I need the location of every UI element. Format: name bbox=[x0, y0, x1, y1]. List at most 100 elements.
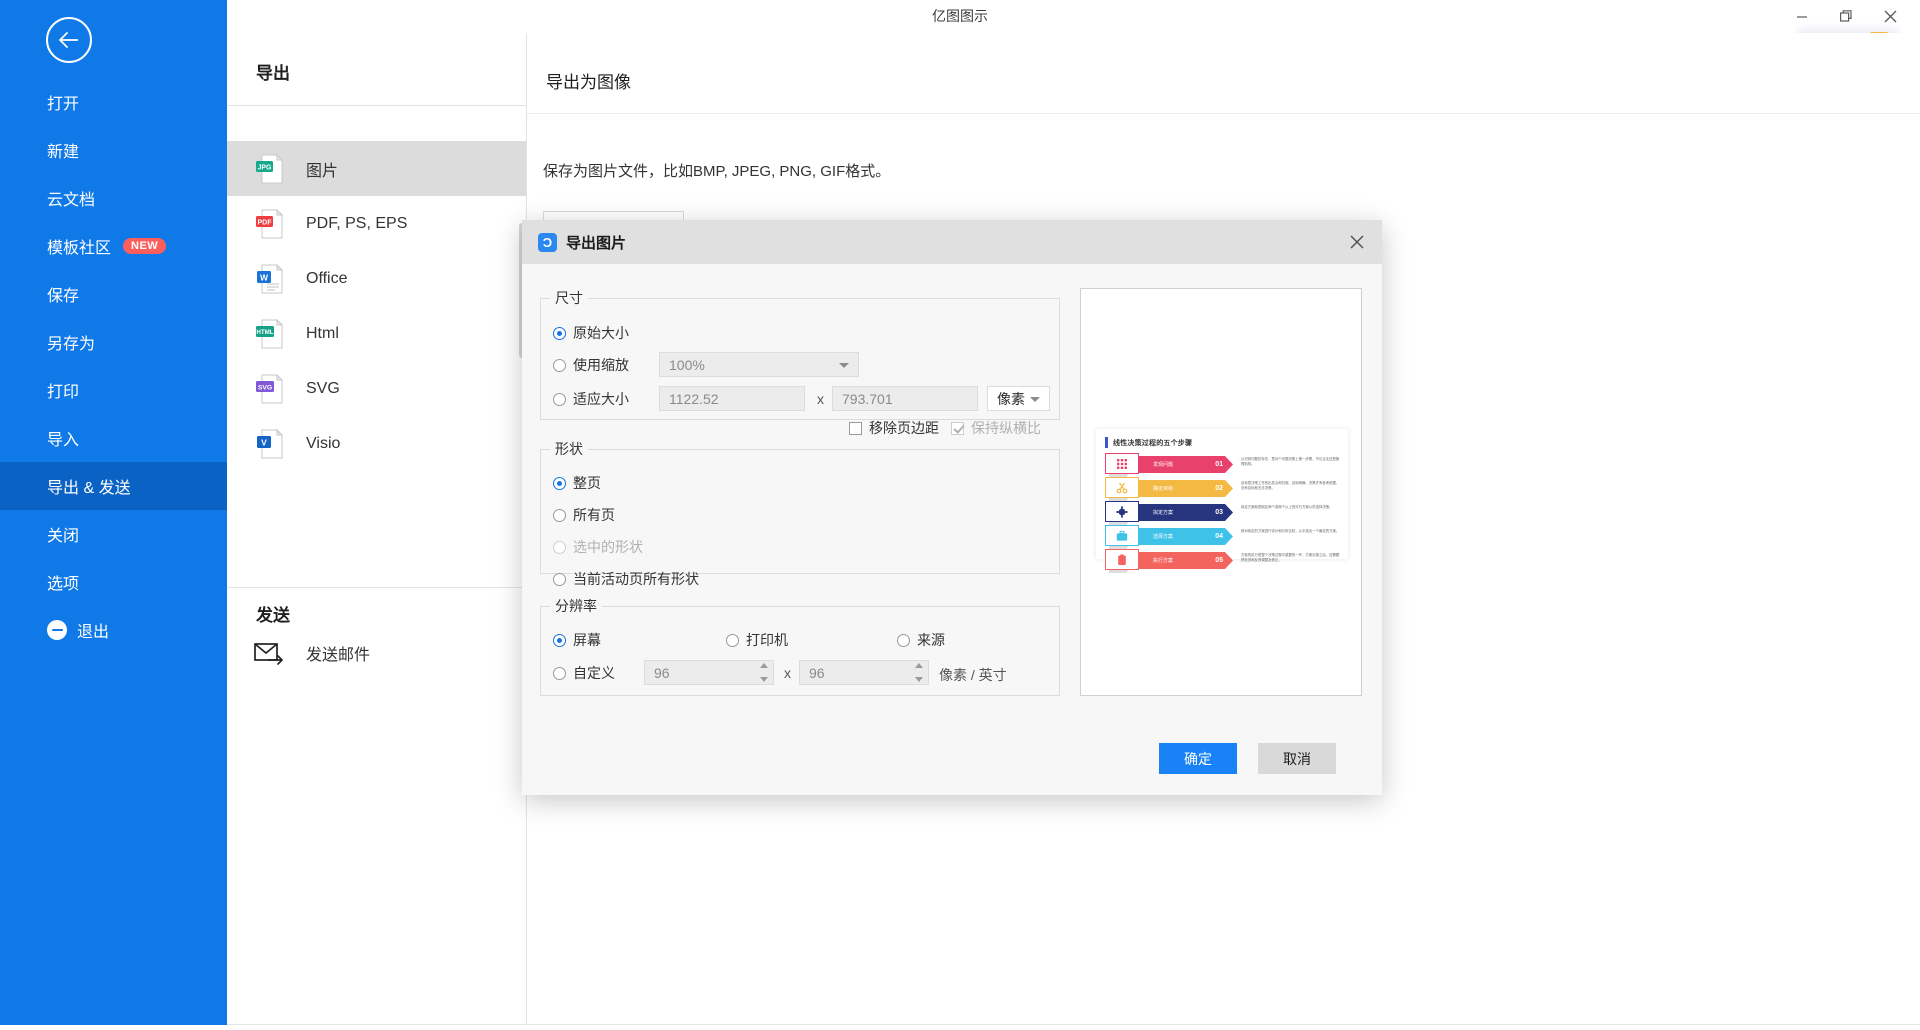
confirm-button[interactable]: 确定 bbox=[1159, 743, 1237, 774]
radio-resolution-screen[interactable]: 屏幕 bbox=[553, 630, 601, 650]
size-group: 尺寸 原始大小 使用缩放 100% 适应大小 1122.52 x 793.701… bbox=[540, 288, 1060, 436]
sidebar-item-cloud-docs[interactable]: 云文档 bbox=[0, 174, 227, 222]
radio-all-pages[interactable]: 所有页 bbox=[553, 505, 615, 525]
radio-indicator bbox=[553, 666, 566, 680]
size-unit-value: 像素 bbox=[997, 390, 1025, 407]
preview-step-badge bbox=[1105, 477, 1139, 498]
preview-steps: 发现问题 01 认识到问题的存在，是对个问题决策上第一步骤，不论企业还是管理机构… bbox=[1105, 453, 1340, 575]
sidebar-item-quit[interactable]: 退出 bbox=[0, 606, 227, 654]
preview-step-number: 02 bbox=[1215, 485, 1223, 492]
stepper-arrows[interactable] bbox=[760, 663, 769, 682]
checkbox-indicator bbox=[849, 421, 862, 435]
close-icon[interactable] bbox=[1346, 231, 1368, 253]
preview-step-badge bbox=[1105, 525, 1139, 546]
pdf-file-icon: PDF bbox=[256, 208, 284, 238]
shape-group-legend: 形状 bbox=[555, 441, 583, 457]
cancel-button[interactable]: 取消 bbox=[1258, 743, 1336, 774]
title-bar: 亿图图示 bbox=[0, 0, 1920, 55]
fit-height-input[interactable]: 793.701 bbox=[832, 386, 978, 411]
shape-group: 形状 整页 所有页 选中的形状 当前活动页所有形状 bbox=[540, 439, 1060, 587]
preview-step-badge bbox=[1105, 453, 1139, 474]
format-item-svg[interactable]: SVG SVG bbox=[227, 361, 527, 416]
preview-step: 选择方案 04 即对拟定的方案进行评价和分析比较，从中选出一个最佳的方案。 bbox=[1105, 525, 1340, 549]
export-preview: 线性决策过程的五个步骤 发现问题 01 认识到问题的存在，是对个问题决策上第一步… bbox=[1080, 288, 1362, 696]
radio-label: 选中的形状 bbox=[573, 539, 643, 555]
preview-step-desc: 拟定方案就是制定两个或两个以上的可行方案以供选择决策。 bbox=[1241, 505, 1333, 509]
stepper-down-icon[interactable] bbox=[760, 677, 768, 682]
preview-step-label: 执行方案 bbox=[1153, 558, 1174, 564]
back-arrow-icon[interactable] bbox=[46, 17, 92, 63]
divider bbox=[227, 1024, 1920, 1025]
size-group-legend: 尺寸 bbox=[555, 290, 583, 306]
resolution-group-legend: 分辨率 bbox=[555, 598, 597, 614]
checkbox-remove-margin[interactable]: 移除页边距 bbox=[849, 418, 939, 438]
radio-indicator bbox=[553, 572, 566, 586]
sidebar-item-save-as[interactable]: 另存为 bbox=[0, 318, 227, 366]
radio-indicator bbox=[553, 633, 566, 647]
page-description: 保存为图片文件，比如BMP, JPEG, PNG, GIF格式。 bbox=[543, 163, 891, 180]
sidebar-item-template-community[interactable]: 模板社区 NEW bbox=[0, 222, 227, 270]
dialog-title-bar: Ɔ 导出图片 bbox=[522, 220, 1382, 264]
send-section-title: 发送 bbox=[256, 606, 290, 625]
radio-active-page-shapes[interactable]: 当前活动页所有形状 bbox=[553, 569, 699, 589]
format-item-label: Office bbox=[306, 269, 348, 287]
radio-label: 打印机 bbox=[746, 632, 788, 648]
size-unit-select[interactable]: 像素 bbox=[987, 386, 1050, 411]
radio-resolution-custom[interactable]: 自定义 bbox=[553, 663, 615, 683]
send-item-email[interactable]: 发送邮件 bbox=[254, 641, 370, 665]
radio-label: 当前活动页所有形状 bbox=[573, 571, 699, 587]
format-item-visio[interactable]: V Visio bbox=[227, 416, 527, 471]
svg-text:SVG: SVG bbox=[258, 384, 272, 391]
sidebar-item-import[interactable]: 导入 bbox=[0, 414, 227, 462]
scale-select[interactable]: 100% bbox=[659, 352, 859, 377]
scale-value: 100% bbox=[669, 356, 705, 373]
radio-label: 屏幕 bbox=[573, 632, 601, 648]
format-item-html[interactable]: HTML Html bbox=[227, 306, 527, 361]
preview-step: 确定目标 02 目标是决策工作的出发点和归宿，目标明确，决策才有参考依据，没有目… bbox=[1105, 477, 1340, 501]
sidebar-item-close[interactable]: 关闭 bbox=[0, 510, 227, 558]
radio-use-scale[interactable]: 使用缩放 bbox=[553, 355, 629, 375]
preview-step-label: 拟定方案 bbox=[1153, 510, 1174, 516]
svg-text:JPG: JPG bbox=[257, 164, 272, 171]
sidebar-item-label: 打印 bbox=[47, 384, 80, 401]
radio-indicator bbox=[897, 633, 910, 647]
checkbox-label: 移除页边距 bbox=[869, 420, 939, 436]
stepper-up-icon[interactable] bbox=[915, 663, 923, 668]
preview-step-badge bbox=[1105, 549, 1139, 570]
radio-fit-size[interactable]: 适应大小 bbox=[553, 389, 629, 409]
sidebar-item-save[interactable]: 保存 bbox=[0, 270, 227, 318]
dpi-x-stepper[interactable]: 96 bbox=[644, 660, 774, 685]
radio-resolution-printer[interactable]: 打印机 bbox=[726, 630, 788, 650]
sidebar-item-label: 打开 bbox=[47, 96, 80, 113]
preview-step-label: 发现问题 bbox=[1153, 462, 1174, 468]
fit-width-input[interactable]: 1122.52 bbox=[659, 386, 805, 411]
format-item-image[interactable]: JPG 图片 bbox=[227, 141, 527, 196]
dialog-title: 导出图片 bbox=[566, 235, 627, 252]
stepper-arrows[interactable] bbox=[915, 663, 924, 682]
quit-minus-icon bbox=[47, 620, 67, 640]
stepper-up-icon[interactable] bbox=[760, 663, 768, 668]
sidebar-item-print[interactable]: 打印 bbox=[0, 366, 227, 414]
format-item-office[interactable]: W Office bbox=[227, 251, 527, 306]
sidebar-item-new[interactable]: 新建 bbox=[0, 126, 227, 174]
jpg-file-icon: JPG bbox=[256, 153, 284, 183]
svg-text:HTML: HTML bbox=[256, 329, 273, 336]
radio-whole-page[interactable]: 整页 bbox=[553, 473, 601, 493]
stepper-down-icon[interactable] bbox=[915, 677, 923, 682]
visio-file-icon: V bbox=[257, 428, 284, 458]
radio-indicator bbox=[726, 633, 739, 647]
preview-step: 拟定方案 03 拟定方案就是制定两个或两个以上的可行方案以供选择决策。 bbox=[1105, 501, 1340, 525]
send-mail-icon bbox=[254, 643, 283, 665]
dpi-unit-label: 像素 / 英寸 bbox=[939, 667, 1007, 683]
radio-resolution-source[interactable]: 来源 bbox=[897, 630, 945, 650]
format-item-pdf-ps-eps[interactable]: PDF PDF, PS, EPS bbox=[227, 196, 527, 251]
divider bbox=[527, 113, 1920, 114]
sidebar-item-options[interactable]: 选项 bbox=[0, 558, 227, 606]
sidebar-item-open[interactable]: 打开 bbox=[0, 78, 227, 126]
sidebar-item-label: 关闭 bbox=[47, 528, 80, 545]
radio-indicator bbox=[553, 476, 566, 490]
radio-original-size[interactable]: 原始大小 bbox=[553, 323, 629, 343]
dpi-y-stepper[interactable]: 96 bbox=[799, 660, 929, 685]
sidebar-item-export-and-send[interactable]: 导出 & 发送 bbox=[0, 462, 227, 510]
preview-step-number: 05 bbox=[1215, 557, 1223, 564]
